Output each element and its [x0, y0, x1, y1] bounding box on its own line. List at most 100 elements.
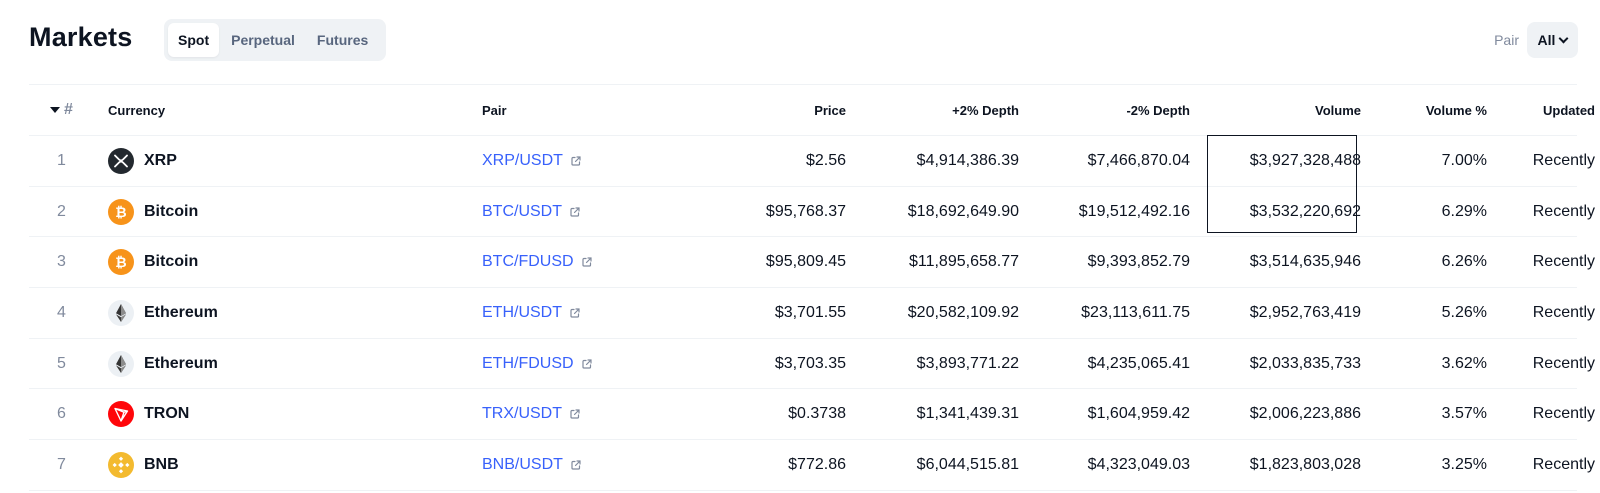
row-volume-pct: 3.25% [1441, 455, 1487, 473]
external-link-icon [570, 308, 580, 318]
row-currency-name: Bitcoin [144, 202, 199, 220]
row-volume-pct: 7.00% [1441, 151, 1487, 169]
column-header-volume[interactable]: Volume [1199, 85, 1361, 135]
markets-table: # Currency Pair Price +2% Depth -2% Dept… [29, 84, 1595, 491]
row-pair-link[interactable]: TRX/USDT [482, 405, 562, 423]
row-depth-minus: $19,512,492.16 [1078, 202, 1190, 220]
table-row[interactable]: 2 ₿ Bitcoin BTC/USDT $95,768.37 $18,692,649.9… [29, 187, 1595, 238]
row-pair-link[interactable]: BTC/USDT [482, 203, 562, 221]
row-pair-link[interactable]: XRP/USDT [482, 152, 563, 170]
column-header-currency[interactable]: Currency [108, 85, 448, 135]
row-pair-link[interactable]: ETH/FDUSD [482, 355, 574, 373]
row-currency[interactable]: Ethereum [108, 288, 448, 338]
row-pair-link[interactable]: BNB/USDT [482, 456, 563, 474]
tab-perpetual[interactable]: Perpetual [221, 23, 305, 57]
row-currency[interactable]: ₿ Bitcoin [108, 237, 448, 287]
pair-filter: Pair All [1494, 22, 1578, 58]
row-updated: Recently [1532, 151, 1595, 169]
row-rank: 5 [57, 354, 66, 372]
row-depth-minus: $4,323,049.03 [1087, 455, 1190, 473]
row-updated: Recently [1532, 405, 1595, 423]
external-link-icon [570, 206, 580, 217]
external-link-icon [571, 156, 581, 166]
table-row[interactable]: 7 BNB BNB/USDT $772.86 $6,044,515.81 $4,323,0… [29, 440, 1595, 491]
row-price: $95,768.37 [765, 202, 846, 220]
row-currency-name: Bitcoin [144, 253, 199, 271]
row-depth-plus: $1,341,439.31 [916, 405, 1019, 423]
market-type-tabs: Spot Perpetual Futures [164, 19, 386, 61]
row-rank: 4 [57, 303, 66, 321]
row-depth-plus: $11,895,658.77 [908, 253, 1019, 271]
tron-icon [108, 401, 134, 428]
external-link-icon [571, 460, 581, 470]
row-currency-name: TRON [144, 405, 190, 423]
table-row[interactable]: 6 TRON TRX/USDT $0.3738 $1,341,439.31 $1,604,… [29, 389, 1595, 441]
row-price: $3,703.35 [774, 354, 846, 372]
column-header-volume-pct[interactable]: Volume % [1389, 85, 1487, 135]
table-header-row: # Currency Pair Price +2% Depth -2% Dept… [29, 85, 1595, 136]
row-pair-link[interactable]: ETH/USDT [482, 304, 562, 322]
table-row[interactable]: 3 ₿ Bitcoin BTC/FDUSD $95,809.45 $11,895,658.… [29, 237, 1595, 289]
column-header-depth-plus[interactable]: +2% Depth [849, 85, 1019, 135]
row-currency-name: BNB [144, 455, 179, 473]
row-rank: 2 [57, 202, 66, 220]
row-volume: $3,927,328,488 [1249, 151, 1361, 169]
row-currency[interactable]: TRON [108, 389, 448, 439]
row-updated: Recently [1532, 253, 1595, 271]
row-currency[interactable]: BNB [108, 440, 448, 490]
tab-futures[interactable]: Futures [307, 23, 378, 57]
row-depth-minus: $7,466,870.04 [1087, 151, 1190, 169]
column-header-depth-minus[interactable]: -2% Depth [1029, 85, 1190, 135]
svg-text:₿: ₿ [115, 255, 126, 271]
column-header-updated[interactable]: Updated [1489, 85, 1595, 135]
external-link-icon [570, 409, 580, 419]
row-volume: $2,033,835,733 [1249, 354, 1361, 372]
svg-text:₿: ₿ [115, 205, 126, 221]
row-currency-name: Ethereum [144, 354, 218, 372]
row-price: $95,809.45 [765, 253, 846, 271]
bnb-icon [108, 451, 134, 478]
row-currency[interactable]: XRP [108, 136, 448, 186]
row-volume: $3,514,635,946 [1249, 253, 1361, 271]
bitcoin-icon: ₿ [108, 198, 134, 225]
row-updated: Recently [1532, 303, 1595, 321]
page-title: Markets [29, 22, 133, 52]
row-rank: 7 [57, 455, 66, 473]
table-row[interactable]: 4 Ethereum ETH/USDT $3,701.55 $20,582,109.92… [29, 288, 1595, 339]
row-currency-name: XRP [144, 151, 177, 169]
table-row[interactable]: 1 XRP XRP/USDT $2.56 $4,914,386.39 $7,466,870… [29, 136, 1595, 187]
row-price: $3,701.55 [774, 303, 846, 321]
row-volume-pct: 3.57% [1441, 405, 1487, 423]
row-currency[interactable]: Ethereum [108, 339, 448, 389]
pair-filter-select[interactable]: All [1527, 22, 1578, 58]
row-depth-plus: $6,044,515.81 [916, 455, 1019, 473]
row-depth-minus: $23,113,611.75 [1081, 303, 1190, 321]
row-depth-minus: $1,604,959.42 [1087, 405, 1190, 423]
ethereum-icon [108, 299, 134, 326]
column-header-rank[interactable]: # [29, 85, 94, 135]
row-depth-minus: $9,393,852.79 [1087, 253, 1190, 271]
row-volume-pct: 5.26% [1441, 303, 1487, 321]
row-price: $772.86 [788, 455, 846, 473]
row-depth-plus: $20,582,109.92 [907, 303, 1019, 321]
table-row[interactable]: 5 Ethereum ETH/FDUSD $3,703.35 $3,893,771.22… [29, 339, 1595, 390]
row-volume-pct: 6.26% [1441, 253, 1487, 271]
xrp-icon [108, 147, 134, 174]
column-header-price[interactable]: Price [649, 85, 846, 135]
row-price: $2.56 [805, 151, 846, 169]
row-depth-plus: $18,692,649.90 [907, 202, 1019, 220]
pair-filter-value: All [1537, 32, 1556, 48]
row-updated: Recently [1532, 354, 1595, 372]
sort-desc-icon [50, 107, 61, 113]
row-currency[interactable]: ₿ Bitcoin [108, 187, 448, 237]
row-rank: 1 [57, 151, 66, 169]
row-volume: $1,823,803,028 [1249, 455, 1361, 473]
row-depth-plus: $4,914,386.39 [916, 151, 1019, 169]
row-volume: $2,952,763,419 [1249, 303, 1361, 321]
row-updated: Recently [1532, 202, 1595, 220]
row-rank: 3 [57, 253, 66, 271]
row-pair-link[interactable]: BTC/FDUSD [482, 253, 574, 271]
tab-spot[interactable]: Spot [168, 23, 220, 57]
row-depth-minus: $4,235,065.41 [1087, 354, 1190, 372]
chevron-down-icon [1558, 33, 1569, 43]
